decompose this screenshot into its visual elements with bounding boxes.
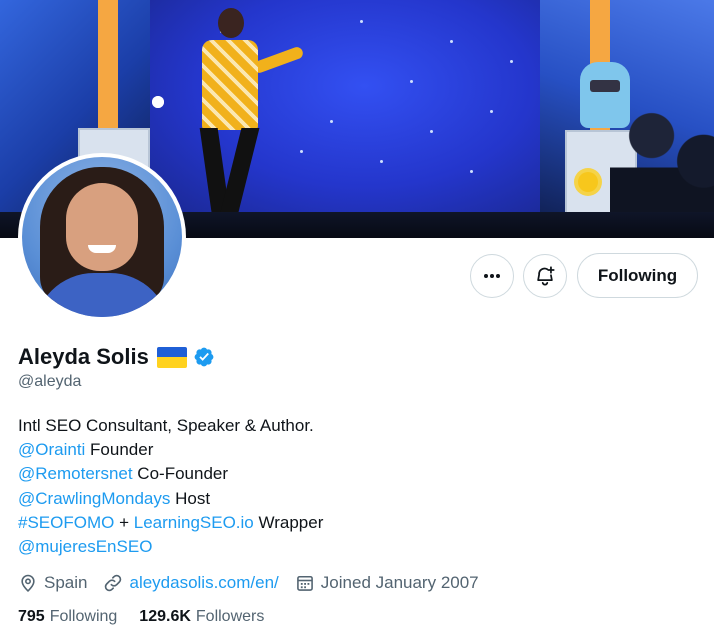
link-icon	[105, 574, 122, 592]
mention-link-remotersnet[interactable]: @Remotersnet	[18, 464, 133, 483]
location-text: Spain	[44, 573, 88, 592]
notifications-button[interactable]	[523, 254, 567, 298]
following-count-link[interactable]: 795 Following	[18, 608, 117, 626]
mention-link-mujeresenseo[interactable]: @mujeresEnSEO	[18, 537, 152, 556]
ukraine-flag-icon	[156, 346, 187, 368]
more-button[interactable]	[470, 254, 514, 298]
verified-badge-icon[interactable]	[193, 346, 215, 368]
bio-line: #SEOFOMO + LearningSEO.io Wrapper	[18, 511, 323, 535]
location-pin-icon	[21, 574, 35, 592]
bio-text: Intl SEO Consultant, Speaker & Author.	[18, 416, 314, 435]
bio-text: Founder	[85, 440, 154, 460]
more-icon	[484, 274, 500, 278]
location-item: Spain	[18, 573, 87, 593]
bell-plus-icon	[537, 266, 555, 286]
followers-count-link[interactable]: 129.6K Followers	[139, 608, 264, 626]
profile-handle: @aleyda	[18, 373, 82, 390]
calendar-icon	[296, 575, 313, 591]
joined-item: Joined January 2007	[295, 573, 479, 593]
bio-line: @CrawlingMondays Host	[18, 487, 323, 511]
mention-link-crawlingmondays[interactable]: @CrawlingMondays	[18, 489, 170, 508]
website-item: aleydasolis.com/en/	[103, 573, 279, 593]
bio-text: Wrapper	[253, 512, 324, 532]
following-count: 795	[18, 608, 45, 625]
avatar-photo	[22, 157, 182, 317]
banner-decoration	[152, 96, 164, 108]
hashtag-link-seofomo[interactable]: #SEOFOMO	[18, 513, 114, 532]
mention-link-orainti[interactable]: @Orainti	[18, 440, 85, 459]
following-label: Following	[49, 608, 118, 625]
profile-name-row: Aleyda Solis	[18, 342, 215, 372]
bio-text: Host	[170, 488, 211, 508]
followers-label: Followers	[195, 608, 265, 625]
profile-bio: Intl SEO Consultant, Speaker & Author. @…	[18, 414, 323, 559]
banner-pillar	[98, 0, 118, 130]
banner-sunflower	[578, 172, 598, 192]
following-button[interactable]: Following	[577, 253, 698, 298]
website-link[interactable]: aleydasolis.com/en/	[129, 573, 278, 593]
profile-name: Aleyda Solis	[18, 344, 149, 369]
joined-text: Joined January 2007	[320, 573, 479, 592]
bio-line: Intl SEO Consultant, Speaker & Author.	[18, 414, 323, 438]
bio-line: @mujeresEnSEO	[18, 535, 323, 559]
followers-count: 129.6K	[139, 608, 191, 625]
bio-text: +	[114, 512, 134, 532]
website-link-learningseo[interactable]: LearningSEO.io	[134, 513, 254, 532]
profile-meta: Spain aleydasolis.com/en/ Joined January…	[18, 570, 495, 596]
bio-line: @Orainti Founder	[18, 438, 323, 462]
profile-avatar[interactable]	[18, 153, 186, 321]
banner-speaker	[196, 8, 305, 228]
follow-counts: 795 Following 129.6K Followers	[18, 608, 264, 626]
bio-text: Co-Founder	[132, 464, 229, 484]
bio-line: @Remotersnet Co-Founder	[18, 462, 323, 486]
